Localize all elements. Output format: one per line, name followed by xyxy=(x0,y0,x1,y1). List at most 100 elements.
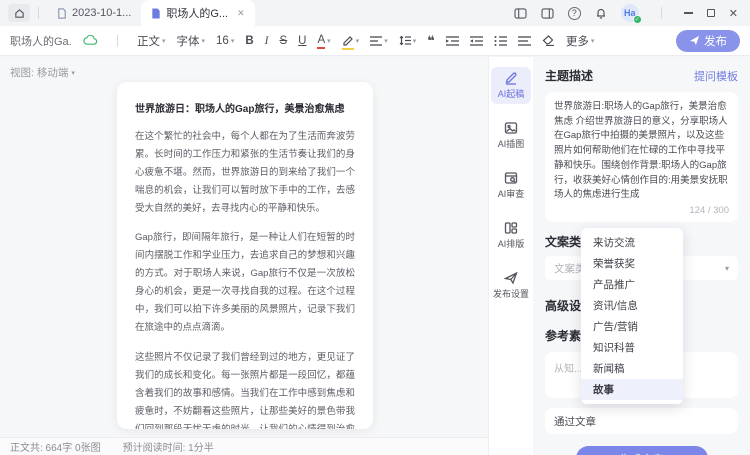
chevron-down-icon: ▾ xyxy=(162,37,166,45)
tab-label: 职场人的G... xyxy=(166,5,228,21)
bullet-list-button[interactable] xyxy=(518,36,531,46)
indent-decrease-button[interactable] xyxy=(470,36,483,46)
question-template-link[interactable]: 提问模板 xyxy=(694,68,738,84)
sidebar-layout-icon[interactable] xyxy=(514,8,527,19)
indent-increase-icon xyxy=(446,36,459,46)
font-size-select[interactable]: 16▾ xyxy=(216,35,234,47)
dropdown-option[interactable]: 产品推广 xyxy=(581,274,683,295)
notifications-bell-icon[interactable] xyxy=(595,7,607,20)
help-icon[interactable]: ? xyxy=(568,7,581,20)
document-name[interactable]: 职场人的Ga... xyxy=(10,33,72,49)
dropdown-option[interactable]: 资讯/信息 xyxy=(581,295,683,316)
article-source-option[interactable]: 通过文章 xyxy=(545,408,738,434)
document-paragraph[interactable]: 在这个繁忙的社会中，每个人都在为了生活而奔波劳累。长时间的工作压力和紧张的生活节… xyxy=(135,128,355,218)
chevron-down-icon: ▾ xyxy=(202,37,206,45)
chevron-down-icon: ▾ xyxy=(591,37,595,45)
highlight-button[interactable]: ▾ xyxy=(342,35,360,47)
highlighter-icon xyxy=(342,35,354,47)
rail-label: AI起稿 xyxy=(498,87,525,100)
panel-layout-icon[interactable] xyxy=(541,8,554,19)
topic-heading: 主题描述 xyxy=(545,67,593,84)
dropdown-option[interactable]: 新闻稿 xyxy=(581,358,683,379)
verified-badge-icon: ✓ xyxy=(633,15,642,24)
user-avatar[interactable]: Ha ✓ xyxy=(621,4,639,22)
tab-document-1[interactable]: 2023-10-1... xyxy=(47,0,141,26)
topic-textarea[interactable]: 世界旅游日:职场人的Gap旅行，美景治愈焦虑 介绍世界旅游日的意义，分享职场人在… xyxy=(545,92,738,222)
rail-item-ai-draft[interactable]: AI起稿 xyxy=(491,67,531,104)
chevron-down-icon: ▾ xyxy=(71,69,75,77)
controls-divider xyxy=(661,7,662,19)
more-label: 更多 xyxy=(566,33,589,49)
document-paragraph[interactable]: 这些照片不仅记录了我们曾经到过的地方，更见证了我们的成长和变化。每一张照片都是一… xyxy=(135,349,355,429)
font-family-value: 字体 xyxy=(177,33,200,49)
tab-document-2-active[interactable]: 职场人的G... ✕ xyxy=(141,0,254,26)
view-mode-select[interactable]: 视图: 移动端 ▾ xyxy=(10,65,75,80)
send-icon xyxy=(689,35,700,46)
titlebar-controls: ? Ha ✓ ✕ xyxy=(514,4,750,22)
ai-draft-panel: 主题描述 提问模板 世界旅游日:职场人的Gap旅行，美景治愈焦虑 介绍世界旅游日… xyxy=(533,57,750,455)
char-counter: 124 / 300 xyxy=(554,205,729,216)
bold-button[interactable]: B xyxy=(245,35,253,47)
chevron-down-icon: ▾ xyxy=(725,264,729,273)
italic-button[interactable]: I xyxy=(265,35,269,47)
copy-type-dropdown: 来访交流 荣誉获奖 产品推广 资讯/信息 广告/营销 知识科普 新闻稿 故事 xyxy=(581,228,683,404)
pen-icon xyxy=(504,71,518,85)
dropdown-option[interactable]: 知识科普 xyxy=(581,337,683,358)
font-family-select[interactable]: 字体▾ xyxy=(177,33,206,49)
paper-plane-icon xyxy=(504,271,518,285)
font-size-value: 16 xyxy=(216,35,229,47)
clear-format-button[interactable] xyxy=(542,35,555,46)
tab-close-icon[interactable]: ✕ xyxy=(237,8,245,19)
chevron-down-icon: ▾ xyxy=(413,37,417,45)
doc-search-icon xyxy=(504,171,518,185)
align-button[interactable]: ▾ xyxy=(370,36,388,46)
rail-item-ai-review[interactable]: AI审查 xyxy=(491,167,531,204)
toolbar-divider xyxy=(117,35,118,47)
indent-decrease-icon xyxy=(470,36,483,46)
titlebar-divider xyxy=(38,7,39,19)
ordered-list-button[interactable] xyxy=(494,36,507,46)
bullet-list-icon xyxy=(518,36,531,46)
article-source-label: 通过文章 xyxy=(554,414,596,429)
rail-item-ai-image[interactable]: AI插图 xyxy=(491,117,531,154)
rail-item-publish-settings[interactable]: 发布设置 xyxy=(491,267,531,304)
dropdown-option[interactable]: 广告/营销 xyxy=(581,316,683,337)
indent-increase-button[interactable] xyxy=(446,36,459,46)
underline-button[interactable]: U xyxy=(298,35,306,47)
ai-tool-rail: AI起稿 AI插图 AI审查 AI排版 发布设置 xyxy=(488,57,533,455)
paragraph-style-select[interactable]: 正文▾ xyxy=(137,33,166,49)
close-window-button[interactable]: ✕ xyxy=(729,7,738,20)
dropdown-option-selected[interactable]: 故事 xyxy=(581,379,683,400)
minimize-button[interactable] xyxy=(684,12,693,14)
font-color-button[interactable]: A▾ xyxy=(317,35,330,47)
dropdown-option[interactable]: 来访交流 xyxy=(581,232,683,253)
app-window: 2023-10-1... 职场人的G... ✕ ? Ha ✓ ✕ 职场人的Ga.… xyxy=(0,0,750,455)
titlebar: 2023-10-1... 职场人的G... ✕ ? Ha ✓ ✕ xyxy=(0,0,750,26)
rail-item-ai-layout[interactable]: AI排版 xyxy=(491,217,531,254)
reading-time: 预计阅读时间: 1分半 xyxy=(123,439,214,454)
view-mode-label: 视图: 移动端 xyxy=(10,65,68,80)
topic-text[interactable]: 世界旅游日:职场人的Gap旅行，美景治愈焦虑 介绍世界旅游日的意义，分享职场人在… xyxy=(554,100,729,203)
document-title[interactable]: 世界旅游日：职场人的Gap旅行，美景治愈焦虑 xyxy=(135,102,355,118)
image-icon xyxy=(504,121,518,135)
document-page[interactable]: 世界旅游日：职场人的Gap旅行，美景治愈焦虑 在这个繁忙的社会中，每个人都在为了… xyxy=(117,82,373,429)
rail-label: AI插图 xyxy=(498,137,525,150)
tab-label: 2023-10-1... xyxy=(72,7,131,19)
maximize-button[interactable] xyxy=(707,9,715,17)
editor-statusbar: 正文共: 664字 0张图 预计阅读时间: 1分半 xyxy=(0,437,488,455)
document-paragraph[interactable]: Gap旅行，即间隔年旅行，是一种让人们在短暂的时间内摆脱工作和学业压力，去追求自… xyxy=(135,229,355,337)
align-left-icon xyxy=(370,36,382,46)
blockquote-button[interactable]: ❝ xyxy=(427,33,435,49)
chevron-down-icon: ▾ xyxy=(327,37,331,45)
publish-button[interactable]: 发布 xyxy=(676,30,740,52)
chevron-down-icon: ▾ xyxy=(384,37,388,45)
home-icon xyxy=(14,8,25,19)
strikethrough-button[interactable]: S xyxy=(280,35,288,47)
main-area: 视图: 移动端 ▾ 世界旅游日：职场人的Gap旅行，美景治愈焦虑 在这个繁忙的社… xyxy=(0,57,750,455)
line-height-button[interactable]: ▾ xyxy=(399,35,417,46)
more-menu-button[interactable]: 更多▾ xyxy=(566,33,595,49)
cloud-sync-icon xyxy=(83,35,98,46)
home-button[interactable] xyxy=(8,4,30,22)
generate-article-button[interactable]: 生成文章 xyxy=(576,446,708,455)
dropdown-option[interactable]: 荣誉获奖 xyxy=(581,253,683,274)
